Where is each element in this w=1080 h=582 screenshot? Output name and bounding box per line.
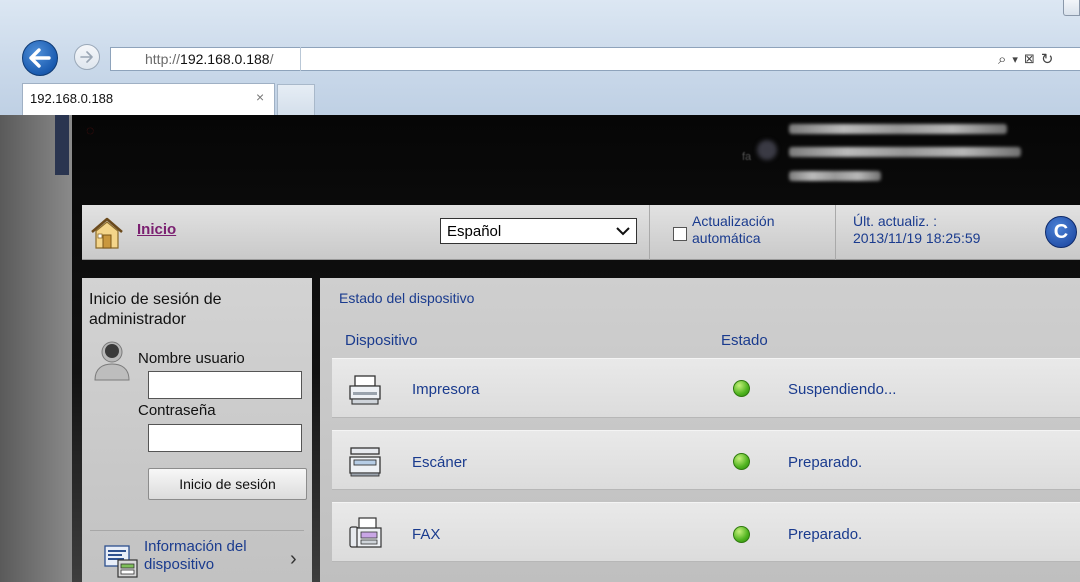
table-row[interactable] (332, 502, 1080, 562)
tab-title: 192.168.0.188 (30, 91, 114, 106)
redacted-text-line (789, 124, 1007, 134)
device-name[interactable]: Escáner (412, 454, 467, 471)
address-tools: ⌕ ▾ ⊠ ↻ (998, 49, 1053, 69)
password-field[interactable] (148, 424, 302, 452)
username-label: Nombre usuario (138, 350, 245, 367)
password-label: Contraseña (138, 402, 216, 419)
address-url[interactable]: http://192.168.0.188/ (145, 51, 273, 67)
login-button[interactable]: Inicio de sesión (148, 468, 307, 500)
column-header-device: Dispositivo (345, 332, 418, 349)
status-indicator (733, 453, 750, 470)
auto-update-checkbox[interactable] (673, 227, 687, 241)
brand-logo-icon: ◌ (86, 122, 95, 138)
forward-button[interactable] (74, 44, 100, 70)
refresh-page-icon[interactable]: ↻ (1041, 50, 1054, 68)
nav-divider (649, 205, 650, 260)
search-dropdown-icon[interactable]: ▾ (1012, 53, 1018, 66)
chevron-down-icon (616, 227, 630, 236)
nav-divider (835, 205, 836, 260)
left-sidebar-strip (0, 115, 72, 582)
redacted-text-fragment: fa (742, 151, 752, 163)
username-field[interactable] (148, 371, 302, 399)
auto-update-label[interactable]: Actualización automática (692, 213, 775, 247)
forward-arrow-icon (80, 51, 93, 63)
device-state: Preparado. (788, 454, 863, 471)
back-button[interactable] (22, 40, 58, 76)
login-panel-title: Inicio de sesión de administrador (89, 291, 222, 328)
address-bar-divider (300, 47, 301, 71)
device-state: Suspendiendo... (788, 381, 897, 398)
search-icon[interactable]: ⌕ (998, 51, 1006, 68)
device-name[interactable]: FAX (412, 526, 440, 543)
redacted-text-line (789, 171, 881, 181)
user-avatar-icon (94, 341, 130, 381)
last-update-text: Últ. actualiz. : 2013/11/19 18:25:59 (853, 213, 981, 246)
home-link[interactable]: Inicio (137, 221, 176, 238)
panel-divider (90, 530, 304, 531)
chevron-right-icon[interactable]: › (290, 548, 297, 571)
language-select[interactable]: Español (440, 218, 637, 244)
language-select-value: Español (447, 222, 502, 240)
device-info-icon[interactable] (103, 543, 139, 579)
redacted-icon (757, 140, 777, 160)
redacted-text-line (789, 147, 1021, 157)
window-minimize-button[interactable] (1063, 0, 1080, 16)
status-indicator (733, 526, 750, 543)
compat-view-icon[interactable]: ⊠ (1024, 51, 1035, 67)
device-info-link[interactable]: Información del dispositivo (144, 538, 247, 574)
printer-icon (349, 375, 381, 405)
tab-close-icon[interactable]: × (256, 89, 264, 105)
refresh-status-icon[interactable]: C (1045, 216, 1077, 248)
device-state: Preparado. (788, 526, 863, 543)
left-sidebar-accent (55, 115, 69, 175)
device-name[interactable]: Impresora (412, 381, 480, 398)
scanner-icon (349, 447, 381, 477)
new-tab-button[interactable] (277, 84, 315, 115)
home-icon[interactable] (89, 216, 125, 250)
back-arrow-icon (29, 48, 51, 68)
column-header-state: Estado (721, 332, 768, 349)
status-indicator (733, 380, 750, 397)
device-status-title: Estado del dispositivo (339, 290, 475, 306)
fax-icon (349, 517, 382, 548)
